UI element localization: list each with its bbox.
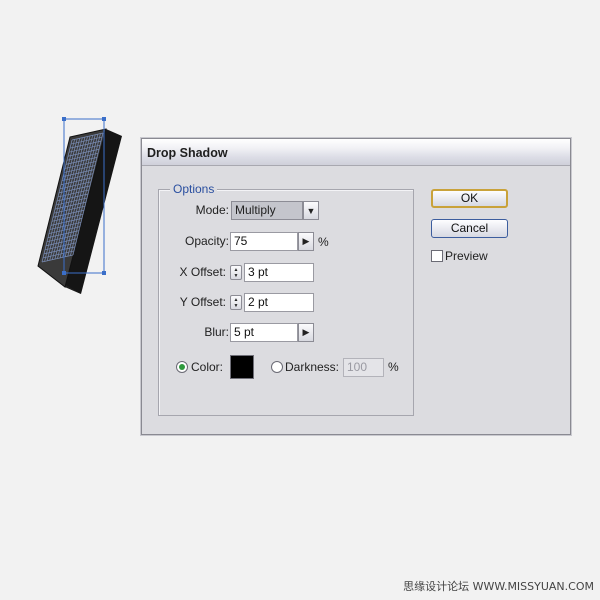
keypad-object[interactable] [37,128,122,294]
options-legend: Options [170,182,218,196]
cancel-button[interactable]: Cancel [431,219,508,238]
dialog-title[interactable]: Drop Shadow [142,139,570,166]
darkness-label: Darkness: [285,360,340,374]
y-offset-stepper[interactable]: ▲ ▼ [230,295,242,310]
mode-dropdown-button[interactable]: ▼ [303,201,319,220]
color-label: Color: [191,360,224,374]
chevron-right-icon: ▶ [302,236,310,246]
opacity-unit: % [318,235,329,249]
opacity-input[interactable]: 75 [230,232,298,251]
watermark: 思缘设计论坛 WWW.MISSYUAN.COM [403,580,594,593]
mode-label: Mode: [195,203,229,217]
chevron-right-icon: ▶ [302,327,310,337]
selection-handle[interactable] [62,271,66,275]
mode-select[interactable]: Multiply [231,201,303,220]
y-offset-label: Y Offset: [179,295,226,309]
x-offset-input[interactable]: 3 pt [244,263,314,282]
blur-input[interactable]: 5 pt [230,323,298,342]
drop-shadow-dialog: Drop Shadow Options Mode: Multiply ▼ Opa… [141,138,571,435]
ok-button[interactable]: OK [431,189,508,208]
chevron-down-icon: ▼ [233,302,239,309]
x-offset-label: X Offset: [179,265,226,279]
color-radio[interactable] [176,361,188,373]
opacity-slider-button[interactable]: ▶ [298,232,314,251]
selection-handle[interactable] [102,271,106,275]
darkness-radio[interactable] [271,361,283,373]
selection-handle[interactable] [102,117,106,121]
x-offset-stepper[interactable]: ▲ ▼ [230,265,242,280]
options-group: Options Mode: Multiply ▼ Opacity: 75 ▶ %… [158,182,414,416]
darkness-unit: % [388,360,399,374]
chevron-down-icon: ▼ [306,205,316,216]
blur-slider-button[interactable]: ▶ [298,323,314,342]
selection-handle[interactable] [62,117,66,121]
y-offset-input[interactable]: 2 pt [244,293,314,312]
chevron-down-icon: ▼ [233,272,239,279]
opacity-label: Opacity: [184,234,229,248]
color-swatch[interactable] [230,355,254,379]
blur-label: Blur: [204,325,229,339]
preview-label: Preview [445,249,488,263]
preview-checkbox[interactable] [431,250,443,262]
darkness-input[interactable]: 100 [343,358,384,377]
